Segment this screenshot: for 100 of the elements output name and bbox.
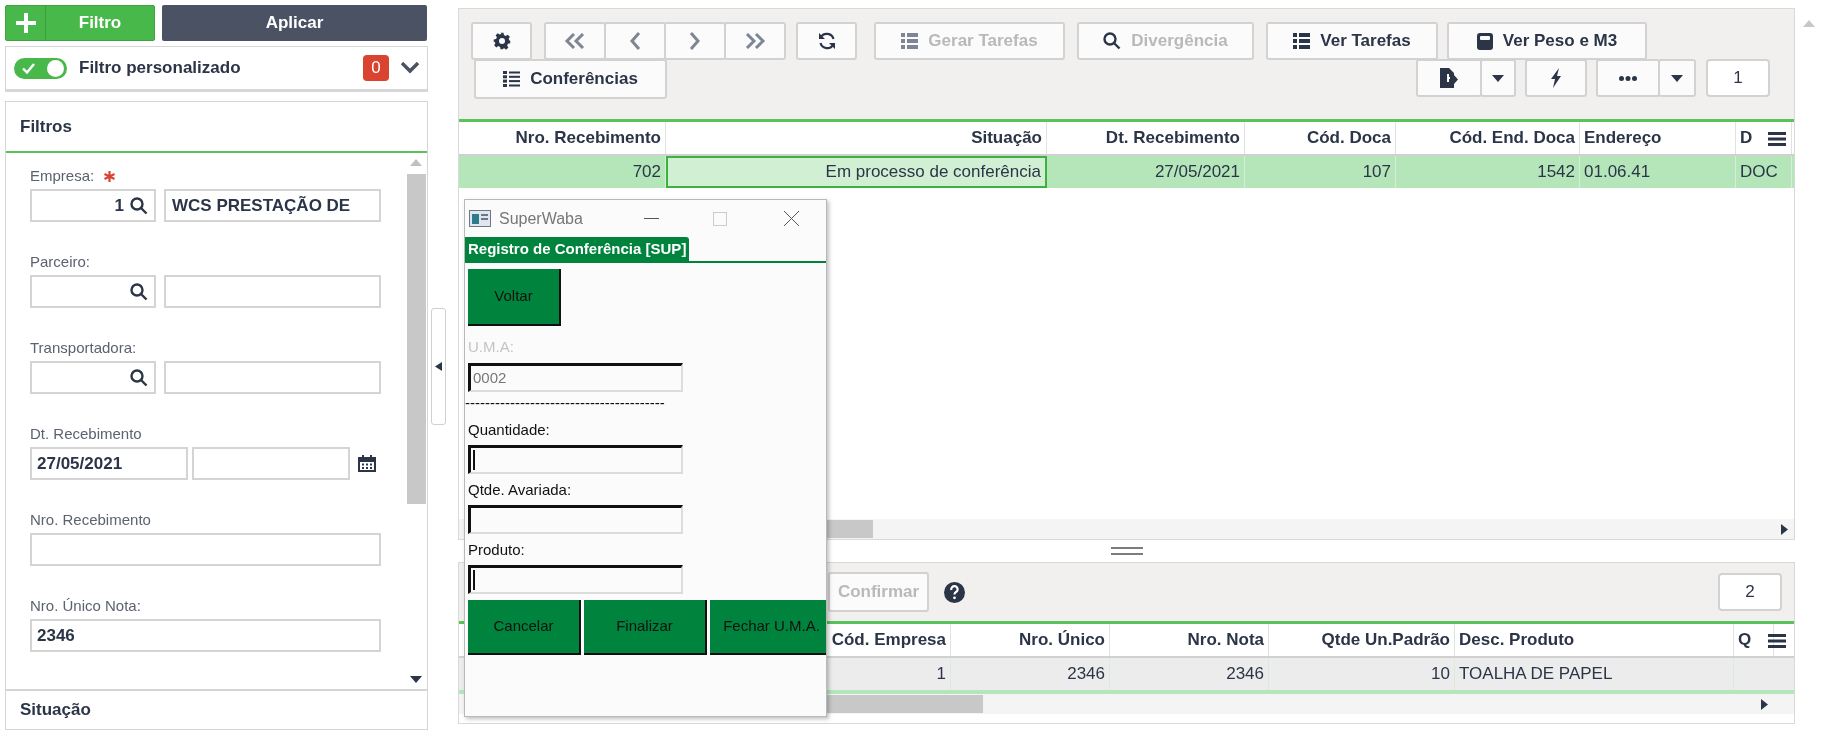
window-title: SuperWaba — [499, 208, 584, 229]
scrollbar-thumb[interactable] — [827, 695, 983, 713]
panel-title: Filtros — [20, 115, 72, 138]
column-header[interactable]: Situação — [666, 122, 1047, 154]
caret-icon — [1492, 74, 1504, 82]
date-field[interactable] — [192, 447, 350, 480]
more-icon — [1619, 75, 1637, 81]
column-menu-icon[interactable] — [1768, 634, 1786, 648]
column-header[interactable]: Qtde Un.Padrão — [1269, 624, 1455, 656]
table-cell: 27/05/2021 — [1047, 156, 1245, 188]
column-header[interactable]: Nro. Recebimento — [459, 122, 666, 154]
input-field[interactable] — [468, 445, 683, 474]
minimize-icon[interactable] — [644, 217, 659, 220]
lookup-code-field[interactable]: 1 — [30, 189, 156, 222]
description-field[interactable]: WCS PRESTAÇÃO DE — [164, 189, 381, 222]
pager-button[interactable] — [604, 22, 666, 60]
search-icon[interactable] — [130, 368, 148, 387]
separator-line: ---------------------------------------- — [465, 396, 666, 413]
field-label: Nro. Único Nota: — [30, 595, 141, 616]
table-row[interactable]: 702 Em processo de conferência 27/05/2021 107 1542 01.06.41 DOC — [459, 156, 1794, 188]
plus-icon — [15, 13, 36, 33]
section-title: Situação — [20, 699, 91, 722]
table-cell: DOC — [1736, 156, 1792, 188]
caret-icon — [1671, 74, 1683, 82]
field-label: Dt. Recebimento — [30, 423, 142, 444]
input-field[interactable] — [468, 505, 683, 534]
table-cell: 1542 — [1396, 156, 1580, 188]
apply-button[interactable]: Aplicar — [162, 5, 427, 41]
dialog-button[interactable]: Finalizar — [584, 600, 707, 655]
dialog-button[interactable]: Fechar U.M.A. — [710, 600, 826, 655]
field-label: Parceiro: — [30, 251, 91, 272]
dialog-button[interactable]: Cancelar — [468, 600, 581, 655]
calendar-icon[interactable] — [358, 455, 376, 472]
column-header[interactable]: Endereço — [1580, 122, 1736, 154]
column-header[interactable]: Nro. Nota — [1110, 624, 1269, 656]
count-badge: 0 — [363, 55, 389, 81]
text-field[interactable]: 2346 — [30, 619, 381, 652]
description-field[interactable] — [164, 361, 381, 394]
search-icon[interactable] — [130, 196, 148, 215]
pager-button[interactable] — [664, 22, 726, 60]
pager-button[interactable] — [544, 22, 606, 60]
dropdown-button[interactable] — [1480, 59, 1516, 97]
field-label: Transportadora: — [30, 337, 137, 358]
scrollbar-thumb[interactable] — [406, 174, 426, 504]
scroll-right-arrow-icon[interactable] — [1761, 698, 1768, 710]
help-icon[interactable] — [944, 581, 965, 603]
pager-button[interactable] — [724, 22, 786, 60]
column-header[interactable]: Cód. Doca — [1245, 122, 1396, 154]
lookup-code-field[interactable] — [30, 275, 156, 308]
last-page-icon — [744, 33, 766, 49]
back-button[interactable]: Voltar — [468, 269, 561, 326]
table-cell: 107 — [1245, 156, 1396, 188]
field-label: Quantidade: — [468, 420, 551, 440]
column-header[interactable]: Cód. End. Doca — [1396, 122, 1580, 154]
column-header[interactable]: Nro. Único — [951, 624, 1110, 656]
field-label: Qtde. Avariada: — [468, 480, 573, 500]
toolbar-button[interactable]: Ver Tarefas — [1266, 22, 1438, 60]
splitter-grip-icon[interactable] — [1110, 547, 1143, 555]
check-icon — [22, 62, 35, 74]
description-field[interactable] — [164, 275, 381, 308]
lookup-code-field[interactable] — [30, 361, 156, 394]
export-button[interactable] — [1416, 59, 1482, 97]
toolbar-button[interactable]: Conferências — [474, 59, 667, 99]
filter-label: Filtro personalizado — [79, 57, 242, 80]
list-icon — [1293, 33, 1311, 49]
required-asterisk-icon — [104, 170, 116, 182]
scroll-right-arrow-icon[interactable] — [1781, 523, 1788, 535]
column-header[interactable]: Desc. Produto — [1455, 624, 1734, 656]
record-count-badge: 2 — [1718, 573, 1782, 611]
field-label: Empresa: — [30, 165, 95, 186]
field-label: Nro. Recebimento — [30, 509, 151, 530]
settings-icon — [492, 32, 511, 50]
list-icon — [901, 33, 919, 49]
chevron-down-icon[interactable] — [401, 62, 419, 74]
settings-button[interactable] — [471, 22, 532, 60]
dropdown-button[interactable] — [1658, 59, 1696, 97]
close-icon[interactable] — [784, 211, 799, 226]
lightning-icon — [1550, 68, 1562, 88]
table-cell: 01.06.41 — [1580, 156, 1736, 188]
refresh-button[interactable] — [796, 22, 857, 60]
column-header[interactable]: Dt. Recebimento — [1047, 122, 1245, 154]
collapse-handle[interactable] — [431, 308, 446, 425]
app-icon — [469, 210, 491, 227]
scroll-down-arrow-icon[interactable] — [410, 676, 422, 683]
export-file-icon — [1440, 68, 1458, 88]
previous-page-icon — [629, 32, 641, 50]
tab[interactable]: Registro de Conferência [SUP] — [465, 237, 690, 261]
action-button[interactable] — [1525, 59, 1587, 97]
search-icon[interactable] — [130, 282, 148, 301]
toggle-switch[interactable] — [14, 57, 67, 79]
toolbar-button[interactable]: Ver Peso e M3 — [1447, 22, 1647, 60]
more-button[interactable] — [1596, 59, 1660, 97]
input-field[interactable] — [468, 565, 683, 594]
next-page-icon — [689, 32, 701, 50]
scale-icon — [1476, 32, 1493, 50]
record-count-badge: 1 — [1706, 59, 1770, 97]
text-field[interactable] — [30, 533, 381, 566]
date-field[interactable]: 27/05/2021 — [30, 447, 188, 480]
column-menu-icon[interactable] — [1768, 132, 1786, 146]
collapse-arrow-icon — [435, 362, 442, 371]
